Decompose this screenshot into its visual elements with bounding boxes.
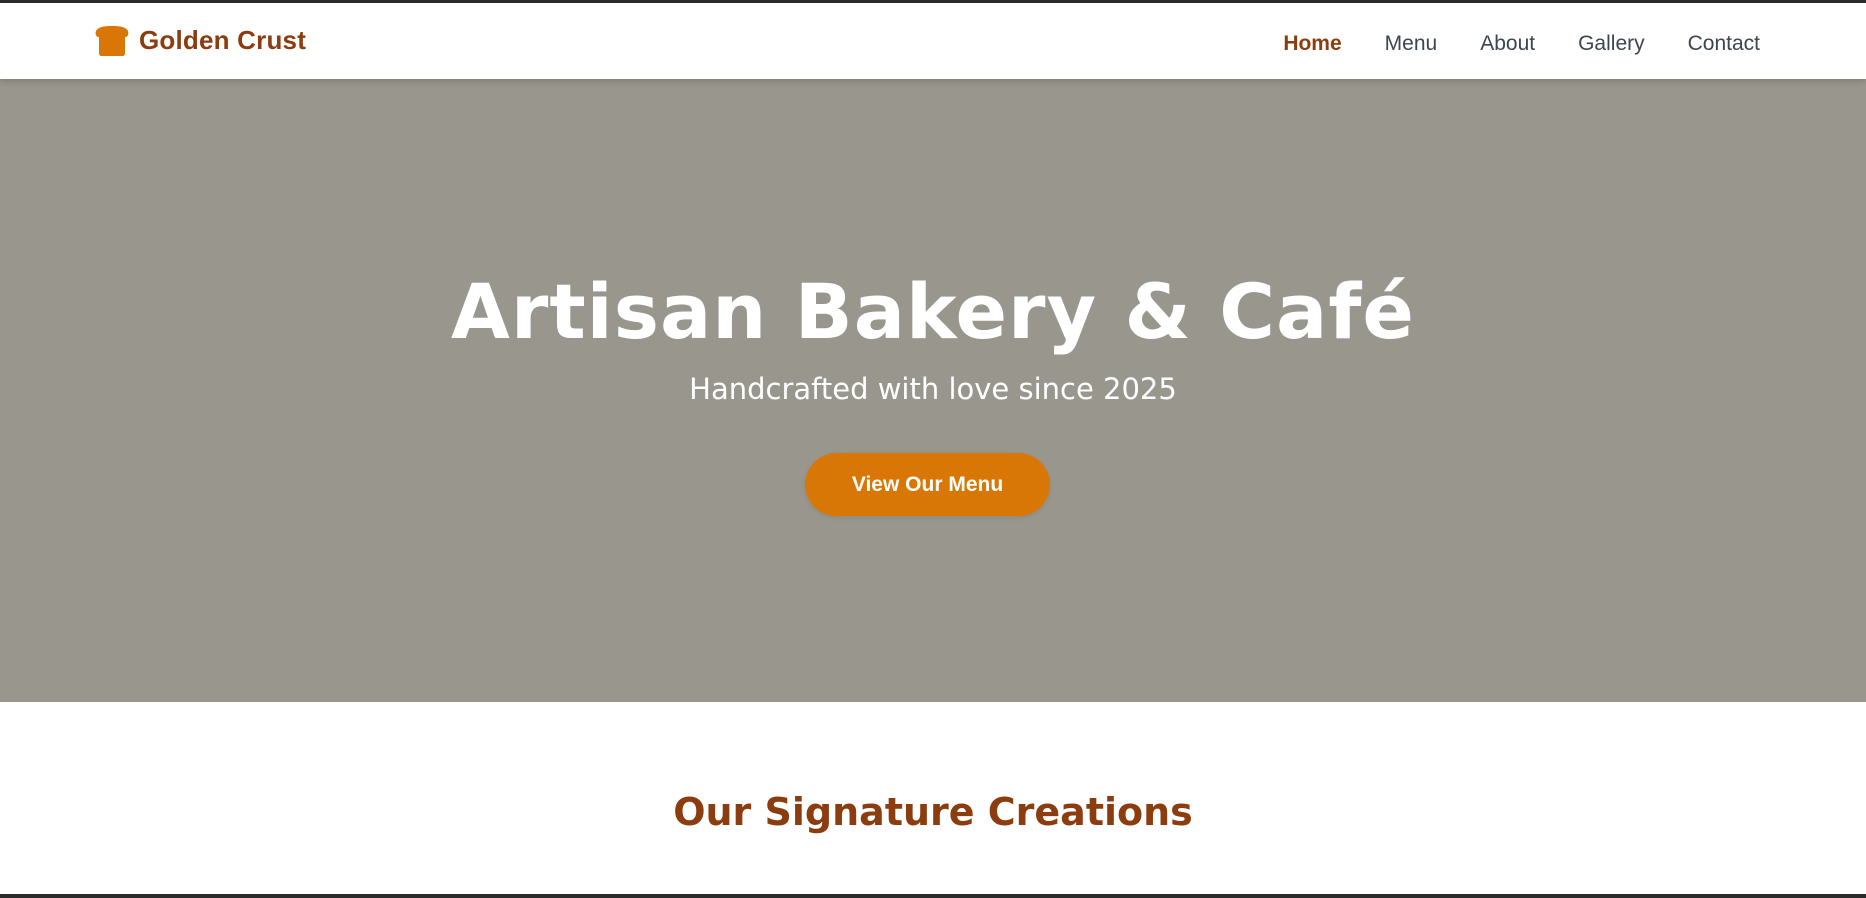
hero-subtitle: Handcrafted with love since 2025 (689, 372, 1177, 406)
hero-title: Artisan Bakery & Café (451, 267, 1415, 356)
signature-section-title: Our Signature Creations (673, 790, 1193, 834)
nav-item-contact: Contact (1688, 32, 1760, 56)
nav-link-home[interactable]: Home (1283, 32, 1341, 55)
nav-item-gallery: Gallery (1578, 32, 1645, 56)
page: Golden Crust Home Menu About Gallery Con… (0, 3, 1866, 894)
nav-link-gallery[interactable]: Gallery (1578, 32, 1645, 55)
navbar: Golden Crust Home Menu About Gallery Con… (0, 3, 1866, 79)
brand-logo[interactable]: Golden Crust (95, 25, 306, 56)
hero-section: Artisan Bakery & Café Handcrafted with l… (0, 79, 1866, 702)
main-nav: Home Menu About Gallery Contact (1283, 32, 1760, 56)
view-menu-button[interactable]: View Our Menu (805, 453, 1050, 516)
bread-icon (95, 25, 129, 56)
nav-link-about[interactable]: About (1480, 32, 1535, 55)
nav-item-home: Home (1283, 32, 1341, 56)
brand-name: Golden Crust (139, 25, 307, 55)
nav-item-about: About (1480, 32, 1535, 56)
nav-link-contact[interactable]: Contact (1688, 32, 1760, 55)
nav-link-menu[interactable]: Menu (1385, 32, 1438, 55)
nav-item-menu: Menu (1385, 32, 1438, 56)
